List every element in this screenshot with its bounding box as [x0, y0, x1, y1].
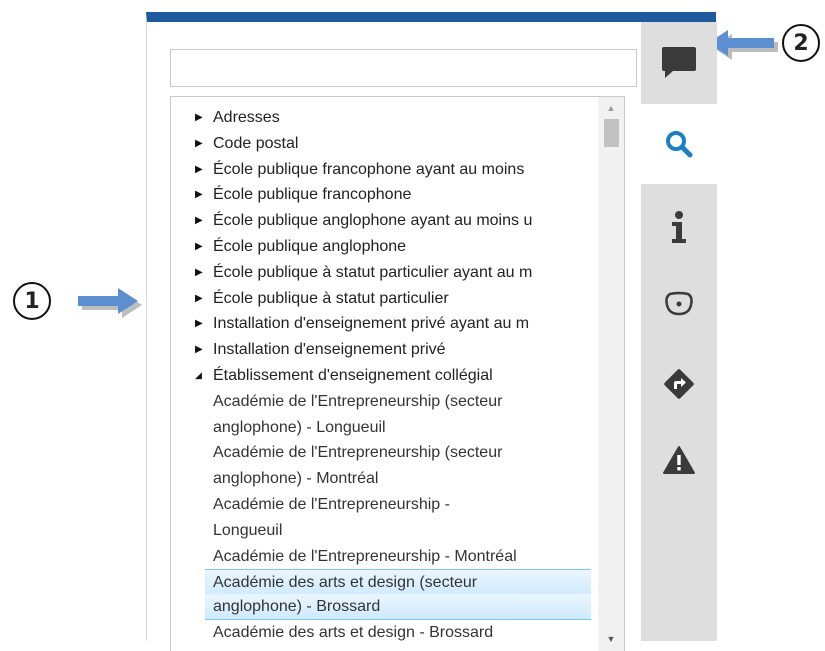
tree-item-label: École publique francophone ayant au moin…: [213, 160, 525, 178]
tree-child-item-selected[interactable]: Académie des arts et design (secteur: [205, 569, 591, 596]
tree-item[interactable]: ▶ École publique francophone ayant au moi…: [171, 157, 601, 183]
scroll-up-arrow-icon[interactable]: ▲: [598, 99, 624, 117]
tree-item-expanded[interactable]: ◢ Établissement d'enseignement collégial: [171, 363, 601, 389]
tree-item[interactable]: ▶ École publique francophone: [171, 182, 601, 208]
callout-1-number: 1: [24, 288, 40, 314]
tree-item-label: Installation d'enseignement privé ayant …: [213, 315, 530, 333]
tree-item-label: Établissement d'enseignement collégial: [213, 366, 493, 384]
side-panel: ▶ Adresses ▶ Code postal ▶ École publique f…: [146, 12, 717, 651]
search-button[interactable]: [641, 104, 717, 184]
callout-2-number: 2: [793, 30, 809, 56]
tree-child-item[interactable]: anglophone) - Montréal: [171, 466, 601, 492]
callout-2: 2: [782, 24, 820, 62]
scroll-down-arrow-icon[interactable]: ▼: [598, 630, 624, 648]
side-toolbar: [641, 22, 717, 641]
map-shape-button[interactable]: [641, 264, 717, 344]
tree-item-label: Code postal: [213, 134, 299, 152]
expand-arrow-icon[interactable]: ▶: [195, 208, 203, 234]
tree-item[interactable]: ▶ École publique anglophone: [171, 234, 601, 260]
directions-button[interactable]: [641, 344, 717, 424]
tree-item[interactable]: ▶ École publique anglophone ayant au moin…: [171, 208, 601, 234]
expand-arrow-icon[interactable]: ▶: [195, 311, 203, 337]
tree-child-item[interactable]: Longueuil: [171, 518, 601, 544]
warning-button[interactable]: [641, 420, 717, 500]
search-icon: [666, 131, 693, 158]
expand-arrow-icon[interactable]: ▶: [195, 157, 203, 183]
directions-icon: [664, 369, 694, 399]
tree-child-item-selected[interactable]: anglophone) - Brossard: [205, 594, 591, 620]
search-content-area: ▶ Adresses ▶ Code postal ▶ École publique f…: [147, 22, 641, 651]
expand-arrow-icon[interactable]: ▶: [195, 182, 203, 208]
tree-child-item[interactable]: anglophone) - Longueuil: [171, 415, 601, 441]
tree-item[interactable]: ▶ Adresses: [171, 105, 601, 131]
tree-item[interactable]: ▶ Installation d'enseignement privé: [171, 337, 601, 363]
tree-item-label: École publique anglophone ayant au moins…: [213, 212, 533, 230]
expand-arrow-icon[interactable]: ▶: [195, 105, 203, 131]
expand-arrow-icon[interactable]: ▶: [195, 260, 203, 286]
warning-icon: [663, 446, 695, 474]
chat-button[interactable]: [641, 22, 717, 102]
scroll-thumb[interactable]: [604, 119, 619, 147]
expand-arrow-icon[interactable]: ▶: [195, 131, 203, 157]
tree-item[interactable]: ▶ Code postal: [171, 131, 601, 157]
vertical-scrollbar[interactable]: ▲ ▼: [598, 97, 624, 651]
expand-arrow-icon[interactable]: ▶: [195, 286, 203, 312]
tree-item-label: École publique à statut particulier: [213, 289, 449, 307]
tree-item[interactable]: ▶ École publique à statut particulier aya…: [171, 260, 601, 286]
tree-item-label: École publique anglophone: [213, 237, 407, 255]
tree-child-item[interactable]: Académie des arts et design - Brossard: [171, 620, 601, 646]
tree-child-item[interactable]: Académie de l'Entrepreneurship -: [171, 492, 601, 518]
tree-item-label: École publique à statut particulier ayan…: [213, 263, 533, 281]
tree-item-label: École publique francophone: [213, 186, 412, 204]
layer-tree: ▶ Adresses ▶ Code postal ▶ École publique f…: [170, 96, 625, 651]
tree-item[interactable]: ▶ Installation d'enseignement privé ayant…: [171, 311, 601, 337]
tree-list: ▶ Adresses ▶ Code postal ▶ École publique f…: [171, 97, 624, 646]
info-icon: [672, 211, 686, 243]
tree-item[interactable]: ▶ École publique à statut particulier: [171, 286, 601, 312]
callout-1: 1: [13, 282, 51, 320]
tree-child-item[interactable]: Académie de l'Entrepreneurship (secteur: [171, 440, 601, 466]
expand-arrow-icon[interactable]: ▶: [195, 234, 203, 260]
expand-arrow-icon[interactable]: ▶: [195, 337, 203, 363]
chat-bubble-icon: [662, 47, 696, 78]
tree-item-label: Installation d'enseignement privé: [213, 341, 446, 359]
callout-arrow-right: [78, 288, 142, 318]
tree-child-item[interactable]: Académie de l'Entrepreneurship - Montréa…: [171, 544, 601, 570]
collapse-arrow-icon[interactable]: ◢: [195, 363, 202, 389]
search-input[interactable]: [170, 49, 637, 87]
info-button[interactable]: [641, 187, 717, 267]
tree-child-item[interactable]: Académie de l'Entrepreneurship (secteur: [171, 389, 601, 415]
tree-item-label: Adresses: [213, 109, 280, 126]
map-shape-icon: [665, 291, 693, 316]
